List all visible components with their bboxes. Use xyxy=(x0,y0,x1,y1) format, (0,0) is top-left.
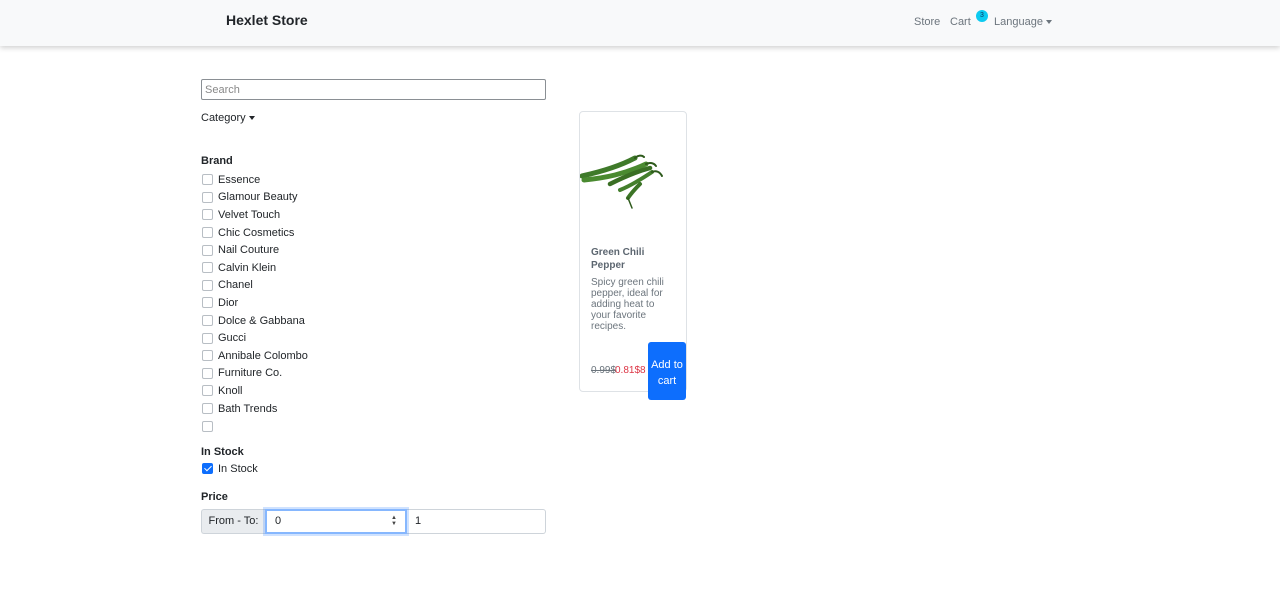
category-dropdown[interactable]: Category xyxy=(201,112,255,124)
brand-label: Velvet Touch xyxy=(218,208,281,221)
product-image xyxy=(580,154,663,209)
price-to-input[interactable]: 1 xyxy=(407,509,546,534)
brand-logo[interactable]: Hexlet Store xyxy=(226,12,308,28)
brand-checkbox-row[interactable]: Bath Trends xyxy=(201,400,308,418)
brand-label: Annibale Colombo xyxy=(218,349,308,362)
brand-checkbox-row[interactable]: Velvet Touch xyxy=(201,206,308,224)
brand-checkbox-row[interactable]: Knoll xyxy=(201,382,308,400)
brand-label: Bath Trends xyxy=(218,402,278,415)
nav-store-link[interactable]: Store xyxy=(914,16,940,28)
product-card: Green Chili Pepper Spicy green chili pep… xyxy=(579,111,687,400)
brand-checkbox[interactable] xyxy=(202,191,213,203)
brand-checkbox[interactable] xyxy=(202,279,213,291)
brand-label: Dolce & Gabbana xyxy=(218,314,305,327)
brand-checkbox-row[interactable]: Nail Couture xyxy=(201,241,308,259)
language-dropdown[interactable]: Language xyxy=(994,16,1052,28)
brand-filter-title: Brand xyxy=(201,155,233,167)
brand-label: Glamour Beauty xyxy=(218,191,298,204)
brand-filter-list: Essence Glamour Beauty Velvet Touch Chic Co… xyxy=(201,171,308,435)
brand-checkbox[interactable] xyxy=(202,403,213,415)
brand-checkbox[interactable] xyxy=(202,209,213,221)
stock-filter-title: In Stock xyxy=(201,446,244,458)
price-range-group: From - To: 0 ▲ ▼ 1 xyxy=(201,509,546,534)
brand-checkbox[interactable] xyxy=(202,350,213,362)
language-label: Language xyxy=(994,16,1043,28)
brand-checkbox-row[interactable]: Essence xyxy=(201,171,308,189)
brand-label: Furniture Co. xyxy=(218,367,283,380)
product-sale-price: 0.81$ xyxy=(615,365,641,376)
search-input[interactable] xyxy=(201,79,546,100)
product-price-suffix: 8 xyxy=(640,365,646,376)
in-stock-checkbox[interactable] xyxy=(202,463,213,475)
product-new-price: 0.81$8 xyxy=(615,365,646,376)
brand-checkbox-row[interactable] xyxy=(201,417,308,435)
in-stock-checkbox-row[interactable]: In Stock xyxy=(201,460,258,478)
brand-checkbox-row[interactable]: Calvin Klein xyxy=(201,259,308,277)
cart-count-badge: 3 xyxy=(976,10,988,22)
brand-label: Chanel xyxy=(218,279,253,292)
brand-checkbox-row[interactable]: Glamour Beauty xyxy=(201,189,308,207)
brand-checkbox[interactable] xyxy=(202,315,213,327)
product-old-price: 0.99$ xyxy=(591,365,617,376)
brand-checkbox[interactable] xyxy=(202,385,213,397)
product-description: Spicy green chili pepper, ideal for addi… xyxy=(591,277,664,332)
nav-cart-link[interactable]: Cart xyxy=(950,16,971,28)
brand-checkbox-row[interactable]: Dolce & Gabbana xyxy=(201,312,308,330)
brand-checkbox[interactable] xyxy=(202,367,213,379)
brand-checkbox-row[interactable]: Gucci xyxy=(201,329,308,347)
brand-label: Gucci xyxy=(218,332,247,345)
price-from-value: 0 xyxy=(275,515,282,527)
brand-label: Calvin Klein xyxy=(218,261,277,274)
brand-checkbox-row[interactable]: Chic Cosmetics xyxy=(201,224,308,242)
in-stock-label: In Stock xyxy=(218,462,258,475)
price-to-value: 1 xyxy=(415,515,422,527)
brand-checkbox[interactable] xyxy=(202,332,213,344)
brand-checkbox[interactable] xyxy=(202,297,213,309)
brand-label: Chic Cosmetics xyxy=(218,226,295,239)
brand-label: Knoll xyxy=(218,384,243,397)
category-label: Category xyxy=(201,112,246,124)
product-title[interactable]: Green Chili Pepper xyxy=(591,246,661,272)
spinner-arrows-icon[interactable]: ▲ ▼ xyxy=(391,515,397,527)
add-to-cart-button[interactable]: Add to cart xyxy=(648,342,686,400)
brand-checkbox[interactable] xyxy=(202,262,213,274)
caret-down-icon xyxy=(248,116,255,121)
brand-label: Dior xyxy=(218,296,239,309)
brand-label: Nail Couture xyxy=(218,244,280,257)
price-range-label: From - To: xyxy=(201,509,265,534)
brand-checkbox[interactable] xyxy=(202,420,213,432)
brand-checkbox[interactable] xyxy=(202,174,213,186)
brand-checkbox[interactable] xyxy=(202,244,213,256)
brand-checkbox-row[interactable]: Chanel xyxy=(201,277,308,295)
caret-down-icon xyxy=(1045,20,1052,25)
navbar: Hexlet Store Store Cart 3 Language xyxy=(0,0,1280,46)
brand-checkbox-row[interactable]: Furniture Co. xyxy=(201,365,308,383)
price-filter-title: Price xyxy=(201,491,228,503)
price-from-input[interactable]: 0 ▲ ▼ xyxy=(265,509,407,534)
brand-checkbox-row[interactable]: Annibale Colombo xyxy=(201,347,308,365)
brand-checkbox-row[interactable]: Dior xyxy=(201,294,308,312)
brand-label: Essence xyxy=(218,173,261,186)
brand-checkbox[interactable] xyxy=(202,227,213,239)
